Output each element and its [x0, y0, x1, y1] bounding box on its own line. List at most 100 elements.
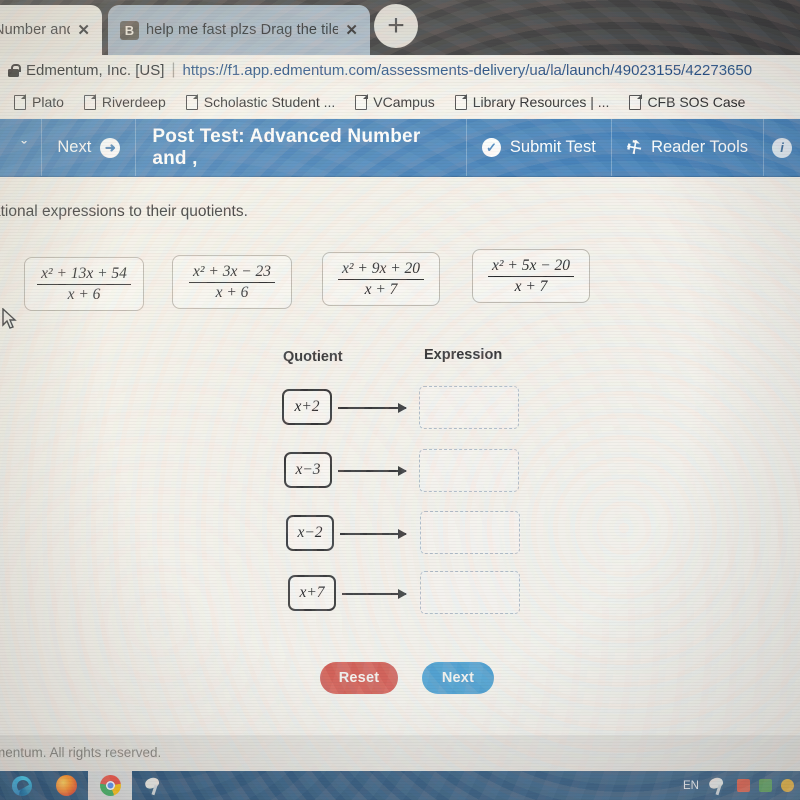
page-icon — [629, 94, 642, 110]
address-bar[interactable]: Edmentum, Inc. [US] | https://f1.app.edm… — [0, 55, 800, 85]
match-row: x−2 — [0, 503, 800, 565]
expression-dropzone[interactable] — [420, 571, 520, 614]
new-tab-button[interactable]: + — [374, 4, 418, 48]
column-header-expression: Expression — [424, 347, 503, 363]
reader-tools-button[interactable]: ⚒ Reader Tools — [612, 119, 764, 176]
arrow-right-icon — [340, 529, 407, 539]
bookmark-plato[interactable]: Plato — [14, 94, 64, 110]
language-indicator[interactable]: EN — [683, 780, 699, 792]
bookmarks-bar: Plato Riverdeep Scholastic Student ... V… — [0, 85, 800, 119]
info-button[interactable]: i — [764, 119, 800, 176]
match-row: x+2 — [0, 377, 800, 439]
screen-photo: Number and ✕ B help me fast plzs Drag th… — [0, 0, 800, 800]
arrow-right-icon — [342, 589, 407, 599]
fraction: x² + 3x − 23 x + 6 — [188, 262, 276, 302]
taskbar-chrome-icon[interactable] — [88, 771, 132, 800]
expression-tile[interactable]: x² + 9x + 20 x + 7 — [322, 252, 440, 306]
page-icon — [454, 94, 467, 110]
arrow-right-circle-icon: ➜ — [100, 137, 121, 158]
fraction: x² + 13x + 54 x + 6 — [37, 265, 131, 304]
bookmark-scholastic-student[interactable]: Scholastic Student ... — [185, 94, 336, 110]
numerator: x² + 9x + 20 — [341, 259, 421, 277]
bookmark-label: Scholastic Student ... — [203, 94, 336, 110]
tray-update-icon[interactable] — [781, 779, 794, 792]
tray-shield-icon[interactable] — [759, 779, 772, 792]
expression-tile-bank: x² + 13x + 54 x + 6 x² + 3x − 23 x + 6 x… — [0, 249, 800, 327]
info-icon: i — [772, 137, 792, 158]
tray-alert-icon[interactable] — [737, 779, 750, 792]
system-tray: EN — [683, 771, 794, 800]
toolbar-next-button[interactable]: Next ➜ — [42, 119, 137, 176]
mouse-cursor — [2, 308, 17, 329]
page-icon — [185, 94, 198, 110]
expression-tile[interactable]: x² + 5x − 20 x + 7 — [472, 249, 590, 303]
close-icon[interactable]: ✕ — [345, 21, 358, 39]
taskbar-satellite-icon[interactable] — [132, 771, 176, 800]
bookmark-riverdeep[interactable]: Riverdeep — [83, 94, 166, 110]
next-button[interactable]: Next — [422, 662, 494, 694]
close-icon[interactable]: ✕ — [77, 21, 90, 39]
bookmark-library-resources[interactable]: Library Resources | ... — [454, 94, 610, 110]
chevron-down-icon: ˇ — [21, 139, 27, 156]
toolbar-menu-button[interactable]: ˇ — [0, 119, 43, 176]
submit-test-label: Submit Test — [509, 138, 596, 156]
page-icon — [83, 94, 96, 110]
numerator: x² + 13x + 54 — [41, 264, 127, 282]
browser-tab-1[interactable]: B help me fast plzs Drag the tiles t ✕ — [108, 5, 370, 55]
numerator: x² + 3x − 23 — [192, 262, 272, 280]
quotient-tile: x+7 — [288, 575, 336, 611]
wrench-icon: ⚒ — [622, 134, 646, 160]
browser-tab-0[interactable]: Number and ✕ — [0, 5, 102, 55]
submit-test-button[interactable]: ✓ Submit Test — [467, 119, 612, 176]
match-row: x−3 — [0, 440, 800, 502]
expression-dropzone[interactable] — [419, 449, 519, 492]
numerator: x² + 5x − 20 — [491, 256, 571, 274]
brainly-favicon-icon: B — [120, 20, 139, 40]
denominator: x + 6 — [37, 283, 131, 304]
question-content: ational expressions to their quotients. … — [0, 177, 800, 737]
browser-tab-strip: Number and ✕ B help me fast plzs Drag th… — [0, 0, 800, 55]
taskbar-edge-icon[interactable] — [0, 771, 44, 800]
bookmark-label: CFB SOS Case — [647, 94, 746, 110]
reader-tools-label: Reader Tools — [651, 138, 748, 156]
page-icon — [14, 94, 26, 110]
denominator: x + 6 — [188, 281, 276, 302]
expression-tile[interactable]: x² + 3x − 23 x + 6 — [172, 255, 292, 309]
lock-icon — [8, 64, 21, 77]
expression-dropzone[interactable] — [420, 511, 520, 554]
expression-dropzone[interactable] — [419, 386, 519, 429]
taskbar-firefox-icon[interactable] — [44, 771, 88, 800]
address-divider: | — [171, 61, 176, 78]
denominator: x + 7 — [337, 278, 425, 299]
bookmark-vcampus[interactable]: VCampus — [355, 94, 435, 110]
reset-button[interactable]: Reset — [320, 662, 398, 694]
arrow-right-icon — [338, 466, 407, 476]
copyright-text: mentum. All rights reserved. — [0, 745, 162, 760]
match-row: x+7 — [0, 563, 800, 625]
tray-dish-icon[interactable] — [708, 777, 728, 795]
page-icon — [355, 94, 368, 110]
bookmark-label: Riverdeep — [101, 94, 166, 110]
bookmark-label: VCampus — [373, 94, 435, 110]
denominator: x + 7 — [487, 275, 575, 296]
column-header-quotient: Quotient — [283, 349, 343, 365]
windows-taskbar: EN — [0, 771, 800, 800]
page-title: Post Test: Advanced Number and , — [136, 119, 467, 176]
check-circle-icon: ✓ — [481, 138, 501, 157]
bookmark-label: Library Resources | ... — [472, 94, 610, 110]
assessment-toolbar: ˇ Next ➜ Post Test: Advanced Number and … — [0, 119, 800, 177]
fraction: x² + 5x − 20 x + 7 — [487, 256, 575, 296]
quotient-tile: x+2 — [282, 389, 332, 425]
tab-title: Number and — [0, 22, 70, 38]
tab-title: help me fast plzs Drag the tiles t — [146, 22, 339, 38]
fraction: x² + 9x + 20 x + 7 — [337, 259, 425, 299]
quotient-tile: x−2 — [286, 515, 334, 551]
expression-tile[interactable]: x² + 13x + 54 x + 6 — [24, 257, 144, 311]
quotient-tile: x−3 — [284, 452, 332, 488]
site-identity-label: Edmentum, Inc. [US] — [26, 61, 165, 79]
bookmark-cfb-sos-case[interactable]: CFB SOS Case — [629, 94, 745, 110]
bookmark-label: Plato — [32, 94, 64, 110]
next-label: Next — [57, 138, 92, 156]
arrow-right-icon — [338, 403, 407, 413]
url-text: https://f1.app.edmentum.com/assessments-… — [182, 61, 753, 79]
